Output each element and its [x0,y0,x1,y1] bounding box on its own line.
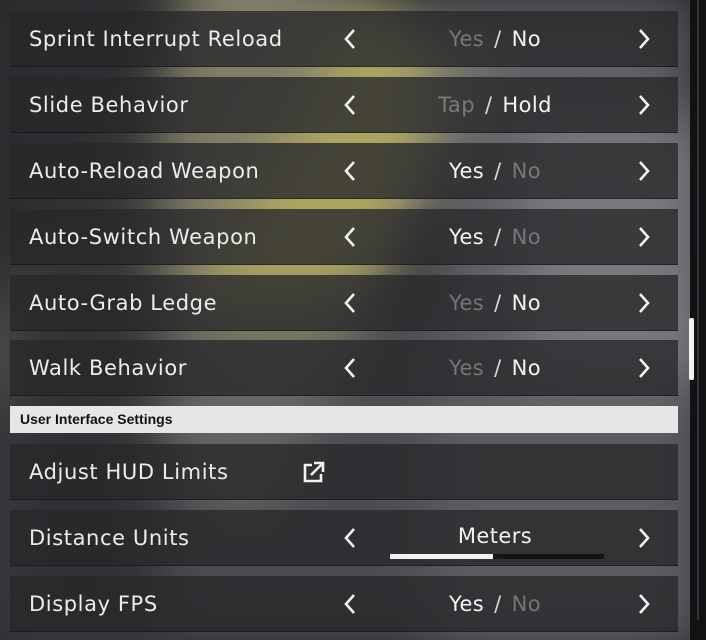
setting-label: Distance Units [29,526,190,550]
setting-row-display-fps[interactable]: Display FPS Yes / No [10,576,678,632]
setting-row-auto-switch-weapon[interactable]: Auto-Switch Weapon Yes / No [10,209,678,265]
option-toggle: Yes / No [390,209,600,265]
option-separator: / [494,592,502,616]
slider-remaining [503,554,604,559]
chevron-right-icon[interactable] [630,340,658,396]
option-b[interactable]: No [512,592,541,616]
setting-row-adjust-hud-limits[interactable]: Adjust HUD Limits [10,444,678,500]
option-toggle: Yes / No [390,143,600,199]
option-toggle: Yes / No [390,576,600,632]
setting-row-walk-behavior[interactable]: Walk Behavior Yes / No [10,340,678,396]
option-b[interactable]: No [512,356,541,380]
chevron-left-icon[interactable] [336,275,364,331]
scrollbar-thumb[interactable] [689,318,694,380]
option-toggle: Tap / Hold [390,77,600,133]
chevron-left-icon[interactable] [336,576,364,632]
option-toggle: Yes / No [390,11,600,67]
chevron-left-icon[interactable] [336,209,364,265]
setting-label: Display FPS [29,592,158,616]
external-link-icon[interactable] [300,460,326,486]
option-a[interactable]: Yes [449,27,484,51]
option-b[interactable]: No [512,27,541,51]
option-a[interactable]: Yes [449,159,484,183]
option-separator: / [494,159,502,183]
chevron-right-icon[interactable] [630,11,658,67]
option-a[interactable]: Tap [438,93,475,117]
setting-row-sprint-interrupt-reload[interactable]: Sprint Interrupt Reload Yes / No [10,11,678,67]
section-header-user-interface: User Interface Settings [10,406,678,433]
setting-label: Adjust HUD Limits [29,460,229,484]
option-separator: / [494,356,502,380]
option-b[interactable]: Hold [502,93,551,117]
option-separator: / [494,291,502,315]
chevron-left-icon[interactable] [336,340,364,396]
chevron-right-icon[interactable] [630,510,658,566]
chevron-left-icon[interactable] [336,77,364,133]
chevron-right-icon[interactable] [630,275,658,331]
slider-fill [390,554,493,559]
chevron-left-icon[interactable] [336,11,364,67]
option-separator: / [484,93,493,117]
chevron-left-icon[interactable] [336,510,364,566]
setting-row-auto-reload-weapon[interactable]: Auto-Reload Weapon Yes / No [10,143,678,199]
option-a[interactable]: Yes [449,291,484,315]
chevron-right-icon[interactable] [630,143,658,199]
option-b[interactable]: No [512,225,541,249]
setting-label: Auto-Switch Weapon [29,225,258,249]
chevron-right-icon[interactable] [630,77,658,133]
option-b[interactable]: No [512,159,541,183]
setting-label: Auto-Reload Weapon [29,159,260,183]
chevron-right-icon[interactable] [630,209,658,265]
section-header-title: User Interface Settings [20,411,173,427]
option-separator: / [494,27,502,51]
option-toggle: Yes / No [390,275,600,331]
option-a[interactable]: Yes [449,356,484,380]
setting-row-slide-behavior[interactable]: Slide Behavior Tap / Hold [10,77,678,133]
option-separator: / [494,225,502,249]
scrollbar-track [697,0,699,620]
setting-label: Slide Behavior [29,93,189,117]
setting-label: Auto-Grab Ledge [29,291,218,315]
option-toggle: Yes / No [390,340,600,396]
setting-label: Sprint Interrupt Reload [29,27,283,51]
option-a[interactable]: Yes [449,225,484,249]
option-a[interactable]: Yes [449,592,484,616]
chevron-left-icon[interactable] [336,143,364,199]
setting-row-auto-grab-ledge[interactable]: Auto-Grab Ledge Yes / No [10,275,678,331]
distance-units-slider[interactable] [390,554,604,559]
chevron-right-icon[interactable] [630,576,658,632]
option-b[interactable]: No [512,291,541,315]
setting-label: Walk Behavior [29,356,188,380]
